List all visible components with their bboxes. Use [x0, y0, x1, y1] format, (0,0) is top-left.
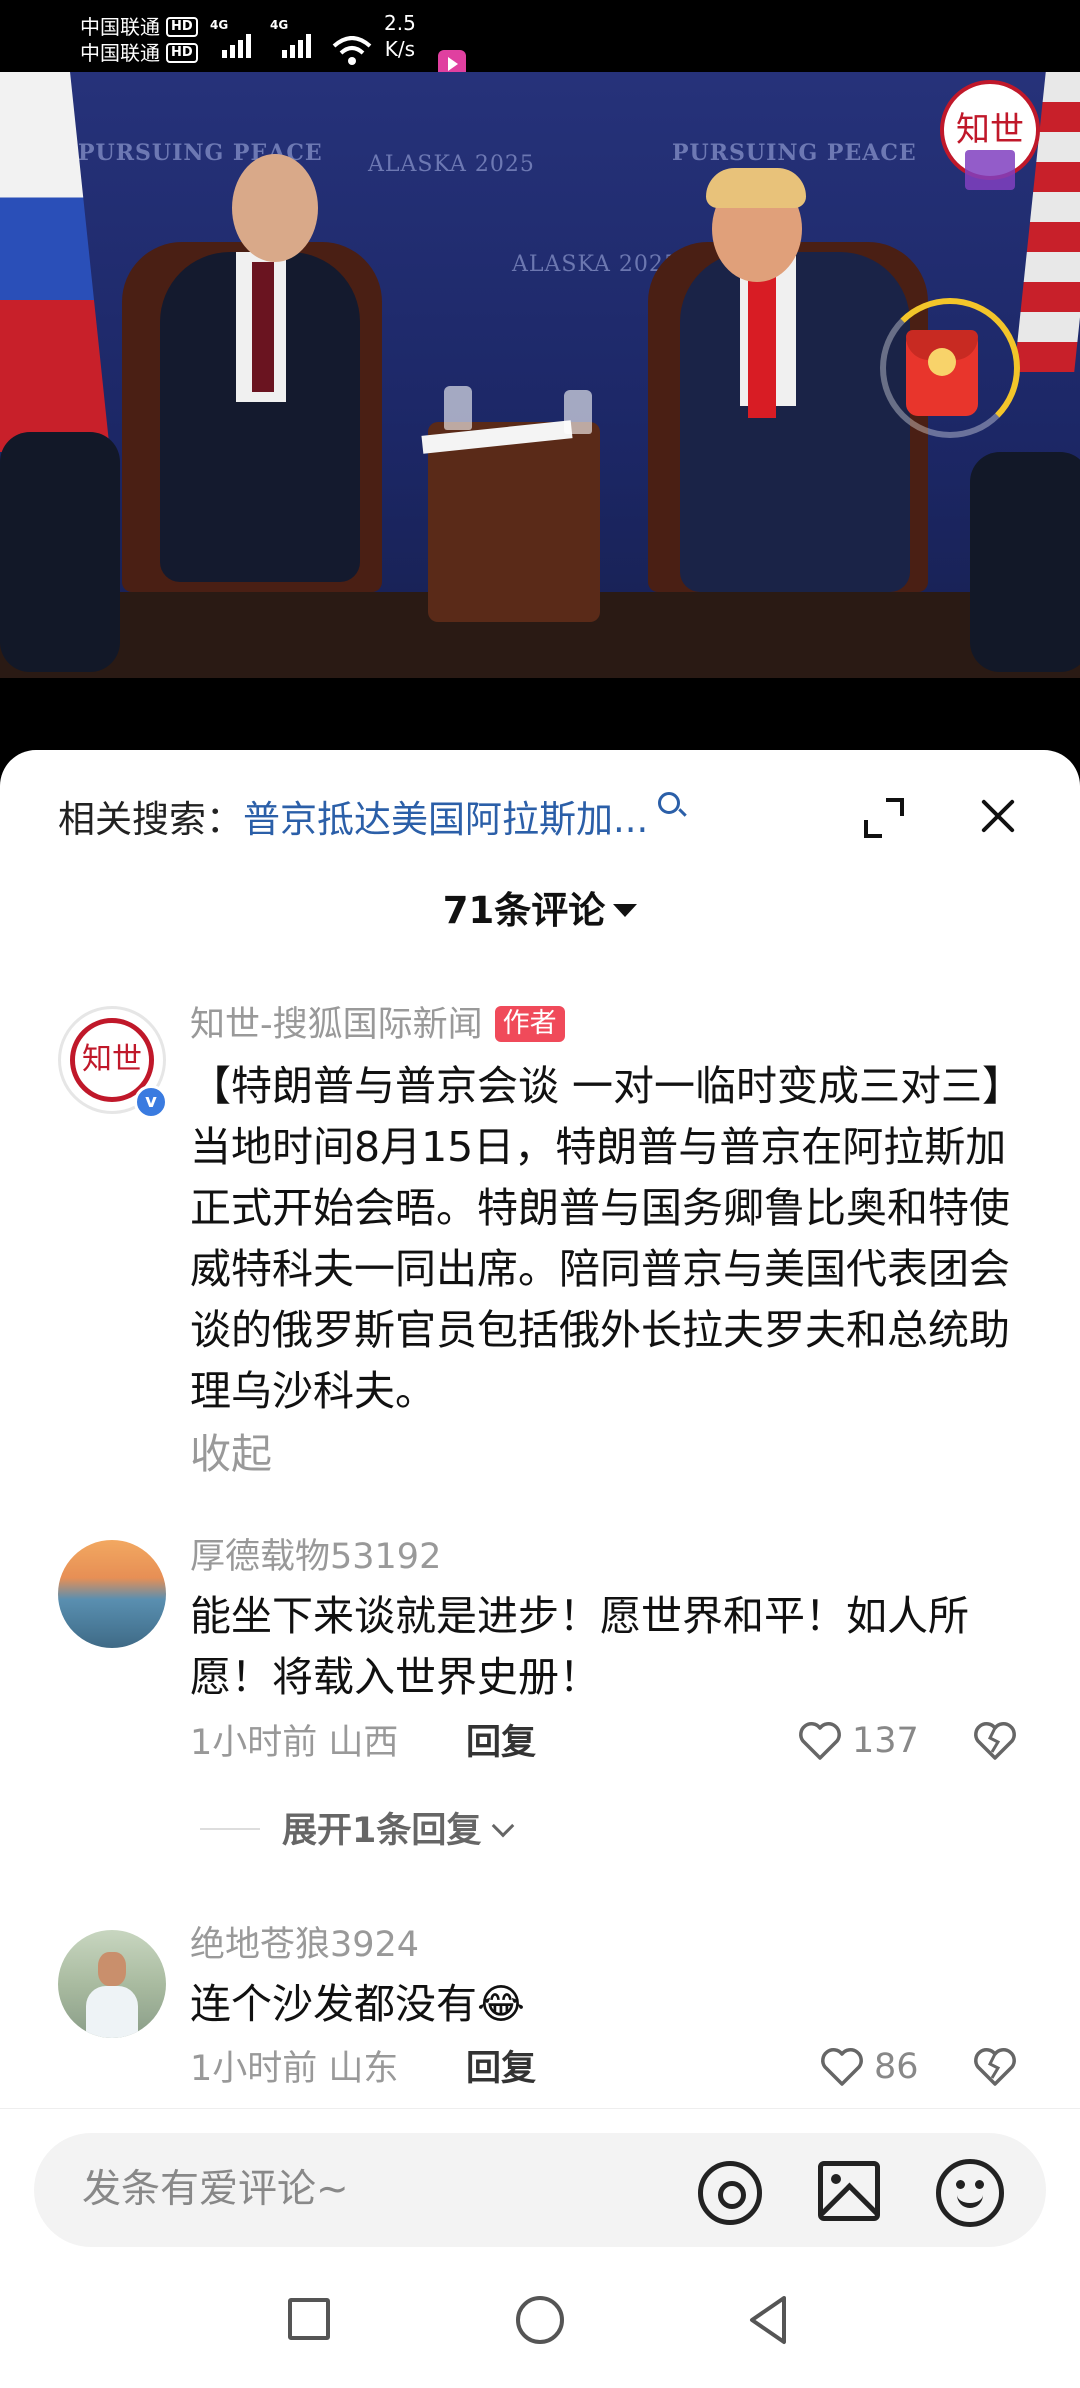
chevron-down-icon	[492, 1814, 515, 1838]
comment-text: 【特朗普与普京会谈 一对一临时变成三对三】当地时间8月15日，特朗普与普京在阿拉…	[190, 1062, 1024, 1415]
broken-heart-icon[interactable]	[972, 2046, 1018, 2088]
expand-icon[interactable]	[864, 798, 904, 838]
comment-meta: 1小时前 山西	[190, 1723, 399, 1763]
collapse-button[interactable]: 收起	[190, 1426, 272, 1482]
at-icon[interactable]	[698, 2161, 762, 2225]
net-speed: 2.5 K/s	[384, 11, 416, 61]
glass	[564, 390, 592, 434]
broken-heart-icon[interactable]	[972, 1720, 1018, 1762]
recent-apps-button[interactable]	[288, 2298, 330, 2340]
reply-button[interactable]: 回复	[466, 2046, 536, 2092]
back-button[interactable]	[746, 2294, 790, 2346]
comment-text: 能坐下来谈就是进步！愿世界和平！如人所愿！将载入世界史册！	[190, 1592, 969, 1701]
comment-meta: 1小时前 山东	[190, 2049, 399, 2089]
carrier-info: 中国联通 HD 中国联通 HD	[80, 14, 198, 66]
heart-icon	[821, 2048, 863, 2086]
status-bar: 中国联通 HD 中国联通 HD 4G 4G 2.5 K/s	[0, 0, 1080, 78]
comment-username[interactable]: 知世-搜狐国际新闻 作者	[190, 1002, 565, 1048]
hd-badge: HD	[166, 17, 198, 37]
comment-count[interactable]: 71条评论	[0, 886, 1080, 936]
hd-badge: HD	[166, 43, 198, 63]
like-button[interactable]: 137	[798, 1718, 919, 1764]
author-tag: 作者	[494, 1006, 565, 1042]
backdrop-text: ALASKA 2025	[368, 152, 535, 177]
reply-button[interactable]: 回复	[466, 1720, 536, 1766]
signal-icon: 4G	[270, 18, 311, 58]
verified-badge-icon: v	[134, 1085, 168, 1119]
avatar[interactable]	[58, 1540, 166, 1648]
comment-text: 连个沙发都没有😂	[190, 1980, 525, 2028]
close-icon[interactable]	[978, 796, 1018, 836]
expand-replies-button[interactable]: 展开1条回复	[200, 1808, 515, 1854]
side-table	[428, 422, 600, 622]
comment-input[interactable]: 发条有爱评论~	[34, 2133, 1046, 2247]
like-button[interactable]: 86	[820, 2044, 919, 2090]
carrier-2: 中国联通	[80, 41, 160, 65]
caret-down-icon	[613, 904, 638, 917]
comment-input-bar: 发条有爱评论~	[0, 2108, 1080, 2248]
comment-username[interactable]: 厚德载物53192	[190, 1534, 441, 1580]
search-icon[interactable]	[658, 792, 681, 814]
glass	[444, 386, 472, 430]
emoji-icon[interactable]	[936, 2159, 1004, 2227]
red-packet-icon[interactable]	[906, 330, 978, 416]
related-search[interactable]: 相关搜索：普京抵达美国阿拉斯加...	[58, 792, 878, 846]
heart-icon	[799, 1722, 841, 1760]
home-button[interactable]	[516, 2296, 564, 2344]
comment-input-placeholder: 发条有爱评论~	[82, 2167, 349, 2212]
comment-username[interactable]: 绝地苍狼3924	[190, 1922, 419, 1968]
backdrop-text: PURSUING PEACE	[672, 140, 917, 166]
avatar[interactable]	[58, 1930, 166, 2038]
related-search-label: 相关搜索：	[58, 798, 243, 841]
system-nav-bar	[0, 2248, 1080, 2388]
channel-logo-tail	[965, 150, 1015, 190]
signal-icon: 4G	[210, 18, 251, 58]
related-search-query[interactable]: 普京抵达美国阿拉斯加...	[243, 798, 648, 841]
image-icon[interactable]	[818, 2161, 880, 2221]
carrier-1: 中国联通	[80, 15, 160, 39]
wifi-icon	[332, 36, 372, 65]
